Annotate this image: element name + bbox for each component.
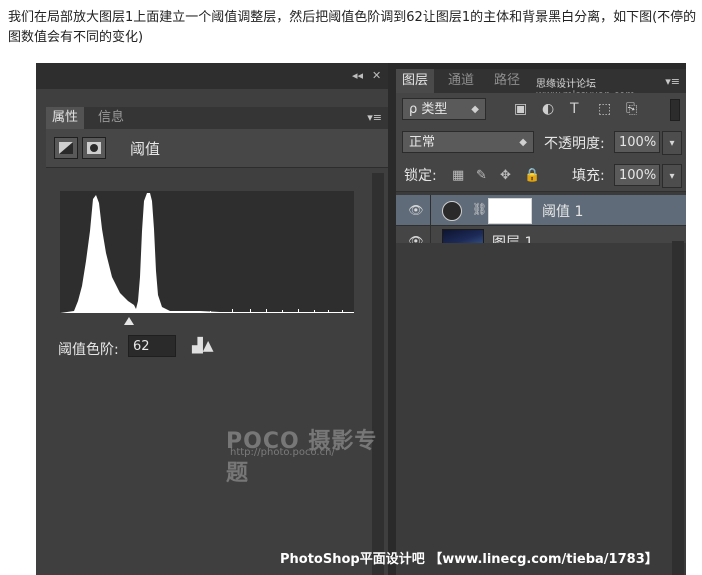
lock-transparent-icon[interactable]: ▦ xyxy=(452,168,464,183)
layers-empty-area xyxy=(396,243,686,575)
opacity-dropdown-button[interactable]: ▾ xyxy=(662,131,682,155)
tab-layers[interactable]: 图层 xyxy=(396,69,435,93)
tab-channels[interactable]: 通道 xyxy=(442,69,480,93)
eye-icon[interactable]: 👁 xyxy=(402,195,431,225)
panel-divider xyxy=(388,63,396,575)
layers-scrollbar[interactable] xyxy=(672,241,684,575)
adjustment-title: 阈值 xyxy=(130,140,161,158)
collapse-icon[interactable]: ◂◂ xyxy=(352,69,363,82)
fill-dropdown-button[interactable]: ▾ xyxy=(662,164,682,188)
lock-label: 锁定: xyxy=(404,168,437,184)
link-icon: ⛓ xyxy=(472,202,488,216)
pixel-filter-icon[interactable]: ▣ xyxy=(514,101,527,117)
layers-panel: 图层 通道 路径 思缘设计论坛 www.missyuan.com ▾≡ ρ 类型… xyxy=(396,63,686,575)
fill-input[interactable]: 100% xyxy=(614,164,660,186)
caret-down-icon: ◆ xyxy=(519,137,527,148)
lock-row: 锁定: ▦ ✎ ✥ 🔒 填充: 100% ▾ xyxy=(396,159,686,192)
adjustment-icon[interactable] xyxy=(54,137,78,159)
filter-type-label: ρ 类型 xyxy=(409,102,448,117)
tab-paths[interactable]: 路径 xyxy=(488,69,526,93)
threshold-label: 阈值色阶: xyxy=(58,342,119,358)
layer-name: 阈值 1 xyxy=(542,204,584,220)
panel-top-strip: ◂◂ ✕ xyxy=(36,63,388,89)
caret-down-icon: ◆ xyxy=(471,104,479,115)
auto-levels-icon[interactable]: ▟▲ xyxy=(192,338,214,354)
adjustment-layer-icon xyxy=(442,201,462,221)
properties-panel: ◂◂ ✕ 属性 信息 ▾≡ 阈值 阈值色阶: 62 ▟▲ POCO 摄影专题 h… xyxy=(36,63,388,575)
opacity-label: 不透明度: xyxy=(544,136,605,152)
panel-menu-icon[interactable]: ▾≡ xyxy=(367,111,382,124)
layers-menu-icon[interactable]: ▾≡ xyxy=(665,75,680,88)
layers-tabs: 图层 通道 路径 思缘设计论坛 www.missyuan.com ▾≡ xyxy=(396,69,686,101)
layer-filter-row: ρ 类型 ◆ ▣ ◐ T ⬚ ⎘ xyxy=(396,93,686,126)
threshold-histogram xyxy=(60,191,354,313)
lock-position-icon[interactable]: ✥ xyxy=(500,168,511,183)
intro-text: 我们在局部放大图层1上面建立一个阈值调整层，然后把阈值色阶调到62让图层1的主体… xyxy=(8,10,697,45)
mask-thumbnail[interactable] xyxy=(488,198,532,224)
filter-toggle[interactable] xyxy=(670,99,680,121)
tab-info[interactable]: 信息 xyxy=(92,107,130,129)
tab-properties[interactable]: 属性 xyxy=(46,107,85,129)
blend-mode-select[interactable]: 正常 ◆ xyxy=(402,131,534,153)
watermark-url: http://photo.poco.cn/ xyxy=(230,447,335,458)
lock-all-icon[interactable]: 🔒 xyxy=(524,168,540,183)
shape-filter-icon[interactable]: ⬚ xyxy=(598,101,611,117)
properties-tabs: 属性 信息 ▾≡ xyxy=(46,107,388,129)
text-filter-icon[interactable]: T xyxy=(570,101,579,117)
layer-row-threshold[interactable]: 👁 ⛓ 阈值 1 xyxy=(396,195,686,226)
adjustment-filter-icon[interactable]: ◐ xyxy=(542,101,554,117)
lock-pixels-icon[interactable]: ✎ xyxy=(476,168,487,183)
threshold-value-input[interactable]: 62 xyxy=(128,335,176,357)
photoshop-screenshot: ◂◂ ✕ 属性 信息 ▾≡ 阈值 阈值色阶: 62 ▟▲ POCO 摄影专题 h… xyxy=(36,63,686,575)
bottom-caption: PhotoShop平面设计吧 【www.linecg.com/tieba/178… xyxy=(280,552,658,567)
blend-mode-value: 正常 xyxy=(409,135,436,150)
opacity-value: 100% xyxy=(619,135,657,150)
mask-icon[interactable] xyxy=(82,137,106,159)
smart-object-filter-icon[interactable]: ⎘ xyxy=(626,101,637,117)
fill-label: 填充: xyxy=(572,168,605,184)
close-icon[interactable]: ✕ xyxy=(372,69,381,82)
properties-header: 阈值 xyxy=(46,129,388,168)
threshold-slider-handle[interactable] xyxy=(124,317,134,325)
properties-scrollbar[interactable] xyxy=(372,173,384,575)
fill-value: 100% xyxy=(619,168,657,183)
opacity-input[interactable]: 100% xyxy=(614,131,660,153)
filter-type-select[interactable]: ρ 类型 ◆ xyxy=(402,98,486,120)
blend-mode-row: 正常 ◆ 不透明度: 100% ▾ xyxy=(396,125,686,160)
